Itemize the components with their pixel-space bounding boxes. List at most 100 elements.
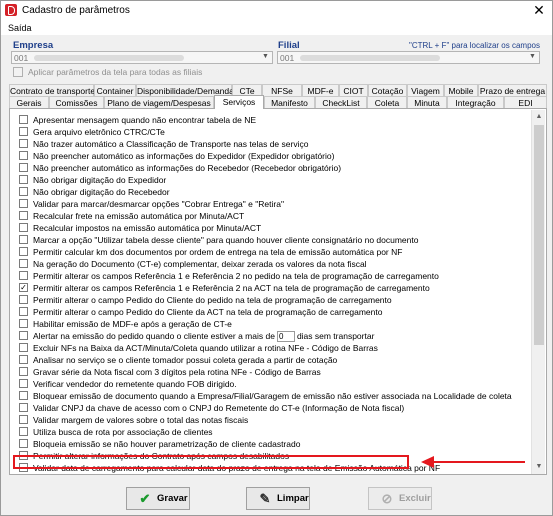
option-label: Permitir alterar os campos Referência 1 … (33, 270, 439, 282)
chevron-down-icon[interactable]: ▼ (260, 53, 271, 62)
option-checkbox[interactable] (19, 343, 28, 352)
option-checkbox[interactable] (19, 295, 28, 304)
scroll-thumb[interactable] (534, 125, 544, 345)
option-label: Gravar série da Nota fiscal com 3 dígito… (33, 366, 321, 378)
option-row: Permitir alterar o campo Pedido do Clien… (11, 294, 532, 306)
chevron-down-icon[interactable]: ▼ (527, 53, 538, 62)
option-checkbox[interactable] (19, 403, 28, 412)
filial-select[interactable]: 001 ▼ (277, 51, 540, 64)
days-input[interactable]: 0 (276, 331, 295, 343)
option-row: Validar margem de valores sobre o total … (11, 414, 532, 426)
option-checkbox[interactable] (19, 439, 28, 448)
option-label-text: Bloquear emissão de documento quando a E… (33, 391, 512, 401)
vertical-scrollbar[interactable]: ▲ ▼ (531, 110, 545, 474)
options-list: Apresentar mensagem quando não encontrar… (11, 110, 532, 474)
option-label: Na geração do Documento (CT-e) complemen… (33, 258, 367, 270)
option-row: Recalcular frete na emissão automática p… (11, 210, 532, 222)
delete-button[interactable]: ⊘ Excluir (368, 487, 432, 510)
option-label: Validar CNPJ da chave de acesso com o CN… (33, 402, 404, 414)
option-label: Bloqueia emissão se não houver parametri… (33, 438, 300, 450)
option-row: Bloqueia emissão se não houver parametri… (11, 438, 532, 450)
option-checkbox[interactable] (19, 127, 28, 136)
option-label: Gera arquivo eletrônico CTRC/CTe (33, 126, 165, 138)
option-label-text: Alertar na emissão do pedido quando o cl… (33, 331, 275, 341)
option-label-text: Gera arquivo eletrônico CTRC/CTe (33, 127, 165, 137)
option-row: Não obrigar digitação do Recebedor (11, 186, 532, 198)
option-label: Não preencher automático as informações … (33, 150, 334, 162)
option-checkbox[interactable] (19, 199, 28, 208)
option-label: Não preencher automático as informações … (33, 162, 341, 174)
option-label: Não obrigar digitação do Recebedor (33, 186, 170, 198)
option-row: Permitir alterar o campo Pedido do Clien… (11, 306, 532, 318)
option-checkbox[interactable] (19, 115, 28, 124)
option-checkbox[interactable] (19, 427, 28, 436)
option-checkbox[interactable] (19, 151, 28, 160)
option-label-text: Permitir alterar o campo Pedido do Clien… (33, 295, 392, 305)
scroll-up-icon[interactable]: ▲ (532, 110, 546, 124)
option-label-text: Habilitar emissão de MDF-e após a geraçã… (33, 319, 232, 329)
option-checkbox[interactable] (19, 307, 28, 316)
option-label-text: Permitir alterar os campos Referência 1 … (33, 283, 430, 293)
option-label-text: Validar CNPJ da chave de acesso com o CN… (33, 403, 405, 413)
option-checkbox[interactable] (19, 187, 28, 196)
apply-all-label: Aplicar parâmetros da tela para todas as… (28, 67, 203, 77)
option-checkbox[interactable] (19, 223, 28, 232)
option-row: Excluir NFs na Baixa da ACT/Minuta/Colet… (11, 342, 532, 354)
option-checkbox[interactable] (19, 379, 28, 388)
option-checkbox[interactable] (19, 259, 28, 268)
option-label: Marcar a opção "Utilizar tabela desse cl… (33, 234, 418, 246)
option-checkbox[interactable] (19, 415, 28, 424)
option-label-text: Verificar vendedor do remetente quando F… (33, 379, 237, 389)
option-label-text: Recalcular impostos na emissão automátic… (33, 223, 262, 233)
option-row: Bloquear emissão de documento quando a E… (11, 390, 532, 402)
filial-redacted (300, 55, 440, 61)
option-row: Analisar no serviço se o cliente tomador… (11, 354, 532, 366)
filial-label: Filial (278, 40, 300, 51)
option-label-text: Não obrigar digitação do Expedidor (33, 175, 167, 185)
title-bar: Cadastro de parâmetros ✕ (1, 1, 552, 21)
arrow-line (433, 461, 525, 463)
tab-servicos[interactable]: Serviços (214, 95, 264, 109)
option-label: Apresentar mensagem quando não encontrar… (33, 114, 256, 126)
clear-button[interactable]: ✎ Limpar (246, 487, 310, 510)
checkmark-icon: ✔ (139, 491, 151, 506)
option-checkbox[interactable] (19, 319, 28, 328)
menu-saida[interactable]: Saída (8, 23, 32, 33)
empresa-value: 001 (14, 53, 29, 63)
option-label: Não trazer automático a Classificação de… (33, 138, 308, 150)
option-label: Bloquear emissão de documento quando a E… (33, 390, 512, 402)
option-checkbox[interactable] (19, 367, 28, 376)
option-label: Analisar no serviço se o cliente tomador… (33, 354, 337, 366)
option-row: Validar para marcar/desmarcar opções "Co… (11, 198, 532, 210)
option-label: Utiliza busca de rota por associação de … (33, 426, 213, 438)
option-label: Habilitar emissão de MDF-e após a geraçã… (33, 318, 232, 330)
option-checkbox[interactable] (19, 175, 28, 184)
option-checkbox[interactable]: ✓ (19, 283, 28, 292)
save-button[interactable]: ✔ Gravar (126, 487, 190, 510)
option-checkbox[interactable] (19, 391, 28, 400)
option-label: Alertar na emissão do pedido quando o cl… (33, 330, 374, 343)
option-checkbox[interactable] (19, 139, 28, 148)
services-panel: Apresentar mensagem quando não encontrar… (9, 108, 547, 475)
option-label: Não obrigar digitação do Expedidor (33, 174, 166, 186)
option-checkbox[interactable] (19, 163, 28, 172)
empresa-select[interactable]: 001 ▼ (11, 51, 273, 64)
option-label-text: Analisar no serviço se o cliente tomador… (33, 355, 338, 365)
option-label-text: Validar para marcar/desmarcar opções "Co… (33, 199, 284, 209)
option-row: Utiliza busca de rota por associação de … (11, 426, 532, 438)
scroll-down-icon[interactable]: ▼ (532, 460, 546, 474)
option-row: Na geração do Documento (CT-e) complemen… (11, 258, 532, 270)
option-checkbox[interactable] (19, 331, 28, 340)
option-label: Permitir calcular km dos documentos por … (33, 246, 402, 258)
option-checkbox[interactable] (19, 235, 28, 244)
apply-all-checkbox[interactable] (13, 67, 23, 77)
option-row: Validar CNPJ da chave de acesso com o CN… (11, 402, 532, 414)
option-checkbox[interactable] (19, 271, 28, 280)
option-label-text: Recalcular frete na emissão automática p… (33, 211, 245, 221)
option-label-text: Marcar a opção "Utilizar tabela desse cl… (33, 235, 419, 245)
close-icon[interactable]: ✕ (530, 2, 548, 18)
option-label-text: Excluir NFs na Baixa da ACT/Minuta/Colet… (33, 343, 378, 353)
option-checkbox[interactable] (19, 211, 28, 220)
option-checkbox[interactable] (19, 355, 28, 364)
option-checkbox[interactable] (19, 247, 28, 256)
